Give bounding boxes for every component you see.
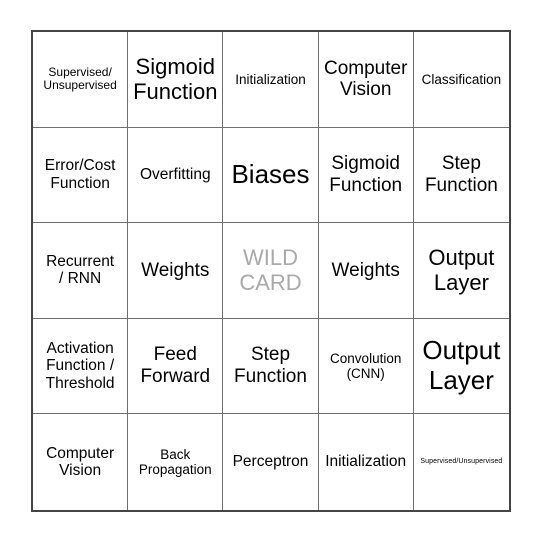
- bingo-cell-r2c1[interactable]: Error/Cost Function: [33, 127, 129, 224]
- bingo-cell-r2c5[interactable]: Step Function: [413, 128, 509, 224]
- bingo-cell-r1c1[interactable]: Supervised/ Unsupervised: [33, 32, 129, 128]
- bingo-cell-r5c2[interactable]: Back Propagation: [128, 414, 224, 510]
- bingo-cell-label: Feed Forward: [140, 344, 211, 388]
- bingo-card-grid: Supervised/ Unsupervised Sigmoid Function…: [31, 30, 511, 512]
- bingo-cell-label: Output Layer: [422, 335, 501, 396]
- bingo-cell-label: Classification: [421, 71, 502, 87]
- bingo-cell-r5c1[interactable]: Computer Vision: [33, 414, 129, 510]
- bingo-cell-r4c3[interactable]: Step Function: [223, 318, 319, 415]
- bingo-cell-r3c1[interactable]: Recurrent / RNN: [33, 223, 129, 319]
- bingo-cell-r4c1[interactable]: Activation Function / Threshold: [33, 318, 129, 415]
- bingo-cell-label: Initialization: [235, 71, 306, 87]
- bingo-cell-label: Perceptron: [232, 453, 309, 471]
- bingo-cell-r3c2[interactable]: Weights: [128, 223, 224, 319]
- bingo-cell-r5c5[interactable]: Supervised/Unsupervised: [414, 414, 509, 510]
- bingo-cell-r4c4[interactable]: Convolution (CNN): [318, 318, 414, 415]
- bingo-cell-label: Step Function: [234, 344, 307, 388]
- bingo-cell-label: Computer Vision: [323, 57, 408, 101]
- bingo-cell-label: Step Function: [424, 153, 498, 196]
- bingo-cell-label: Biases: [231, 159, 310, 190]
- bingo-cell-label: Computer Vision: [46, 444, 115, 480]
- bingo-cell-label: Activation Function / Threshold: [45, 339, 115, 392]
- bingo-cell-r2c4[interactable]: Sigmoid Function: [318, 127, 414, 224]
- bingo-cell-label: Overfitting: [139, 166, 211, 184]
- bingo-cell-label: Supervised/Unsupervised: [420, 458, 503, 466]
- bingo-cell-r1c2[interactable]: Sigmoid Function: [128, 32, 224, 128]
- free-space-label: WILD CARD: [239, 245, 302, 296]
- bingo-cell-r5c4[interactable]: Initialization: [319, 414, 414, 510]
- bingo-cell-label: Weights: [141, 259, 210, 281]
- bingo-cell-r4c5[interactable]: Output Layer: [413, 319, 509, 415]
- bingo-cell-label: Convolution (CNN): [330, 350, 402, 382]
- bingo-cell-label: Sigmoid Function: [329, 153, 403, 196]
- bingo-cell-r3c3[interactable]: WILD CARD: [223, 223, 319, 319]
- bingo-cell-r1c3[interactable]: Initialization: [223, 32, 319, 128]
- bingo-cell-r2c3[interactable]: Biases: [223, 127, 319, 224]
- bingo-cell-label: Output Layer: [428, 245, 495, 296]
- bingo-cell-label: Recurrent / RNN: [46, 252, 115, 288]
- bingo-cell-r3c5[interactable]: Output Layer: [413, 223, 509, 319]
- bingo-cell-label: Sigmoid Function: [133, 54, 218, 105]
- bingo-cell-label: Weights: [331, 259, 400, 281]
- bingo-cell-label: Error/Cost Function: [44, 157, 116, 192]
- bingo-cell-r4c2[interactable]: Feed Forward: [128, 318, 224, 415]
- bingo-cell-r1c4[interactable]: Computer Vision: [318, 32, 414, 128]
- bingo-cell-r3c4[interactable]: Weights: [318, 223, 414, 319]
- bingo-cell-r1c5[interactable]: Classification: [413, 32, 509, 128]
- bingo-cell-r5c3[interactable]: Perceptron: [223, 414, 319, 510]
- bingo-cell-label: Back Propagation: [138, 446, 212, 478]
- bingo-cell-label: Supervised/ Unsupervised: [43, 64, 117, 93]
- bingo-cell-r2c2[interactable]: Overfitting: [128, 127, 224, 224]
- bingo-cell-label: Initialization: [325, 453, 407, 471]
